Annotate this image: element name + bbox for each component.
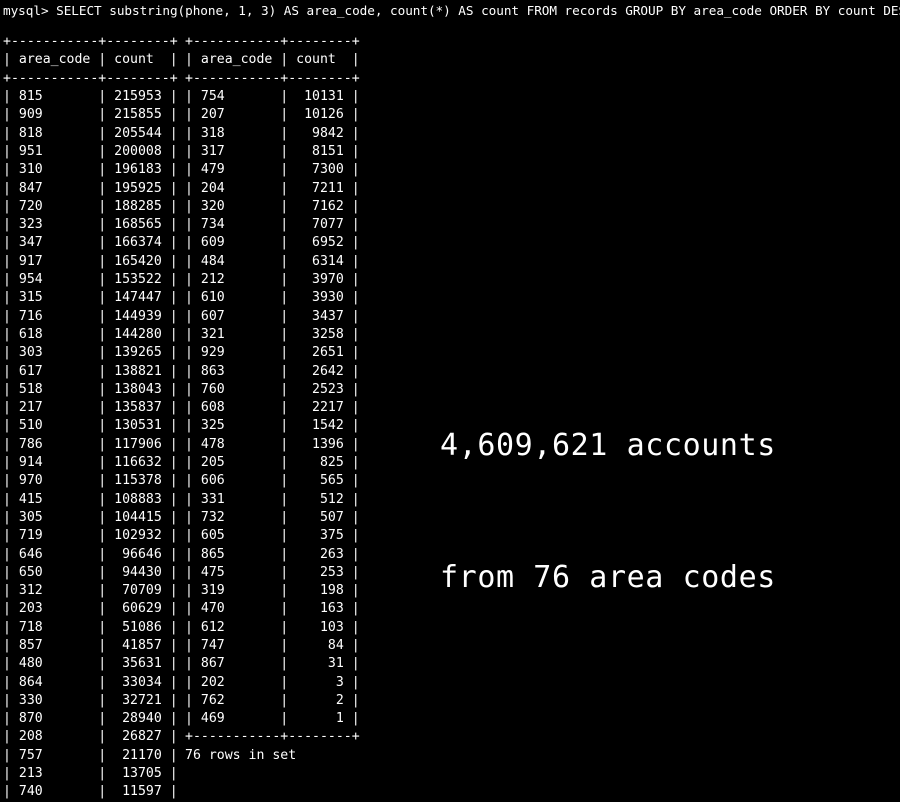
result-table-left-column: +-----------+--------+ | area_code | cou… [3, 34, 178, 800]
terminal-window: mysql> SELECT substring(phone, 1, 3) AS … [0, 0, 900, 802]
annotation-line-2: from 76 area codes [440, 560, 776, 595]
annotation-overlay: 4,609,621 accounts from 76 area codes [440, 336, 776, 688]
sql-query-line: mysql> SELECT substring(phone, 1, 3) AS … [3, 3, 900, 18]
annotation-line-1: 4,609,621 accounts [440, 428, 776, 463]
result-table-right-column: +-----------+--------+ | area_code | cou… [185, 34, 360, 763]
